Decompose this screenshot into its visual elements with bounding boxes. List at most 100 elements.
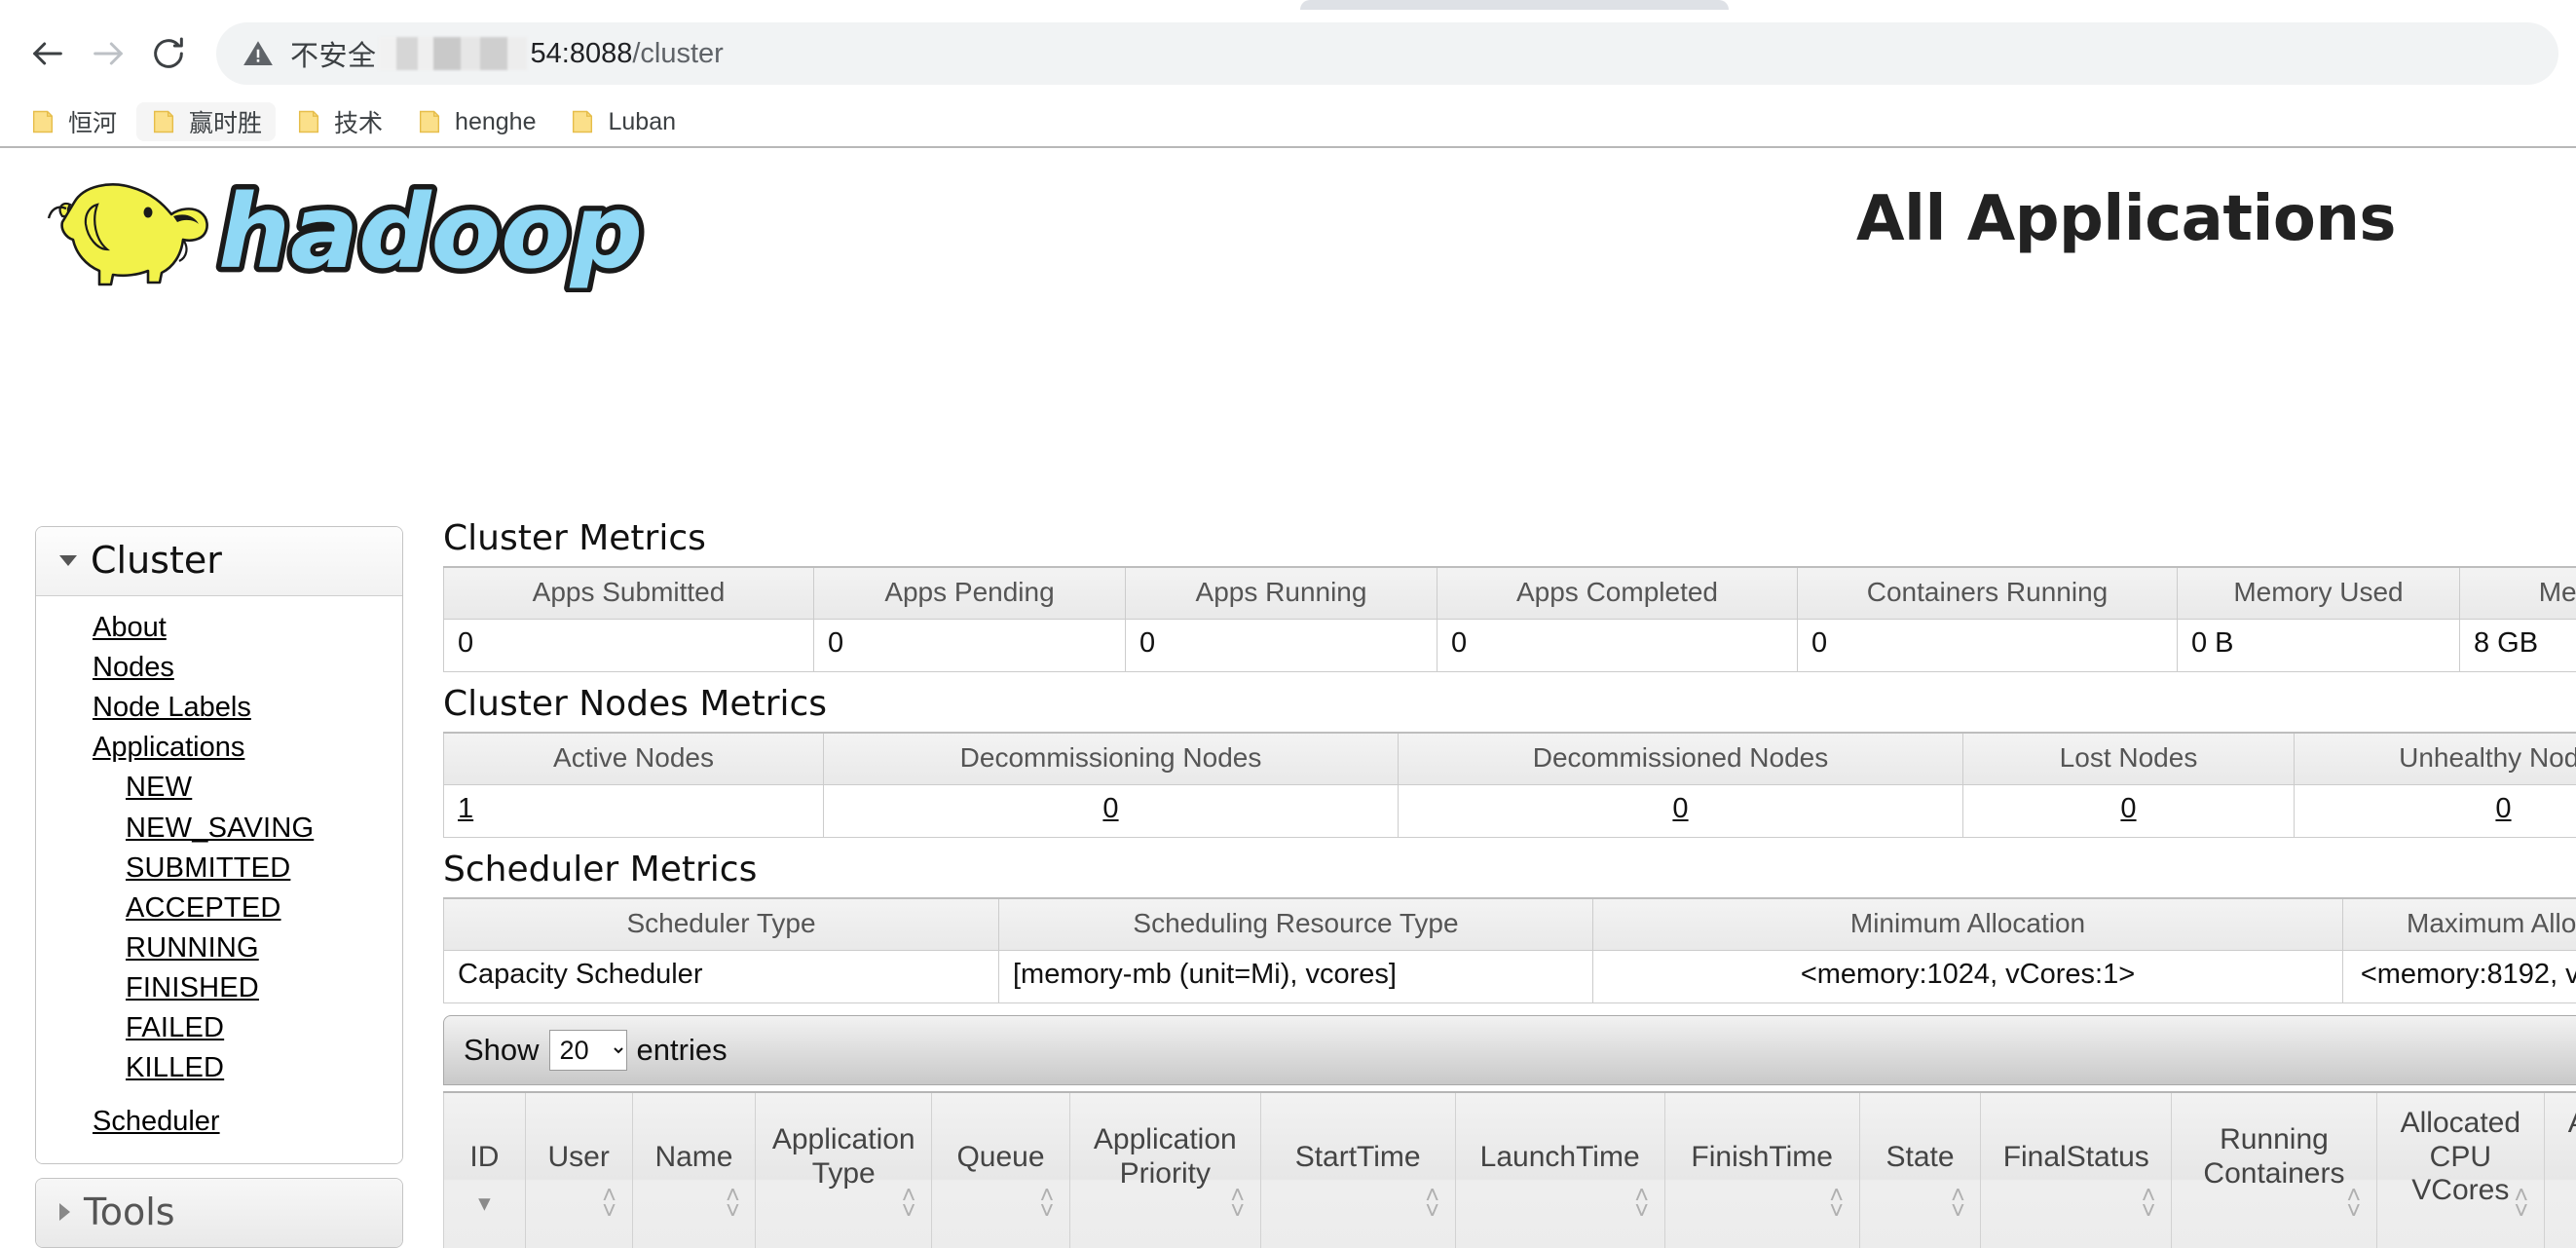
back-button[interactable]	[18, 23, 78, 84]
col-allocated-cpu-vcores-label: Allocated CPU VCores	[2400, 1107, 2521, 1206]
masthead: hadoop hadoop All Applications	[0, 148, 2576, 297]
sidebar-item-nodes[interactable]: Nodes	[36, 648, 402, 688]
main-content: Cluster Metrics Apps Submitted Apps Pend…	[443, 518, 2576, 1248]
col-launch-time[interactable]: LaunchTime ˄ ˅	[1454, 1091, 1665, 1248]
sidebar-item-failed[interactable]: FAILED	[36, 1008, 402, 1048]
sidebar-item-node-labels[interactable]: Node Labels	[36, 688, 402, 728]
col-decommissioned-nodes: Decommissioned Nodes	[1398, 732, 1963, 785]
reload-button[interactable]	[138, 23, 199, 84]
reload-icon	[149, 34, 188, 73]
link-decommissioned-nodes[interactable]: 0	[1672, 793, 1688, 824]
sidebar-item-killed[interactable]: KILLED	[36, 1048, 402, 1088]
table-header-row: ID ▾ User ˄˅ Name ˄˅ Application Type	[443, 1091, 2576, 1248]
col-apps-pending: Apps Pending	[813, 566, 1126, 620]
table-header-row: Apps Submitted Apps Pending Apps Running…	[443, 566, 2576, 620]
bookmarks-bar: 恒河 赢时胜 技术 henghe Luban	[0, 97, 2576, 146]
bookmark-item[interactable]: henghe	[402, 102, 549, 141]
table-row: 0 0 0 0 0 0 B 8 GB	[443, 619, 2576, 672]
bookmark-label: Luban	[608, 107, 677, 135]
sidebar-tools-header[interactable]: Tools	[36, 1179, 402, 1248]
bookmark-item[interactable]: 恒河	[16, 102, 131, 141]
col-name-label: Name	[654, 1140, 733, 1173]
col-queue[interactable]: Queue ˄ ˅	[931, 1091, 1070, 1248]
sidebar-item-new-saving[interactable]: NEW_SAVING	[36, 809, 402, 849]
address-bar-url: 54:8088/cluster	[531, 38, 724, 70]
col-application-type[interactable]: Application Type ˄ ˅	[755, 1091, 933, 1248]
link-active-nodes[interactable]: 1	[458, 793, 473, 824]
col-running-containers[interactable]: Running Containers ˄ ˅	[2171, 1091, 2377, 1248]
col-id[interactable]: ID ▾	[443, 1091, 526, 1248]
sort-both-icon: ˄ ˅	[1951, 1181, 1965, 1225]
col-user[interactable]: User ˄ ˅	[524, 1091, 633, 1248]
cell-memory-total: 8 GB	[2459, 619, 2576, 672]
col-id-label: ID	[469, 1140, 500, 1173]
forward-arrow-icon	[89, 34, 128, 73]
url-host: 54:8088	[530, 37, 633, 69]
datatable-length-control: Show 20 40 60 80 100 entries	[443, 1015, 2576, 1085]
bookmark-item[interactable]: 技术	[281, 102, 396, 141]
col-maximum-allocation: Maximum Allocation	[2342, 897, 2576, 951]
col-allocated-memory-mb[interactable]: Allocated Memory MB ˄˅	[2543, 1091, 2576, 1248]
col-lost-nodes: Lost Nodes	[1962, 732, 2295, 785]
sidebar-item-running[interactable]: RUNNING	[36, 928, 402, 968]
cell-decommissioning-nodes: 0	[823, 784, 1399, 838]
chevron-down-icon	[59, 554, 77, 566]
cell-apps-pending: 0	[813, 619, 1126, 672]
col-application-priority[interactable]: Application Priority ˄ ˅	[1068, 1091, 1261, 1248]
chevron-right-icon	[59, 1203, 70, 1222]
col-state-label: State	[1885, 1140, 1955, 1173]
folder-icon	[29, 108, 56, 135]
sidebar-panel-tools: Tools	[35, 1178, 403, 1248]
col-state[interactable]: State ˄ ˅	[1858, 1091, 1982, 1248]
col-unhealthy-nodes: Unhealthy Nodes	[2294, 732, 2576, 785]
cell-scheduling-resource-type: [memory-mb (unit=Mi), vcores]	[998, 950, 1593, 1003]
link-decommissioning-nodes[interactable]: 0	[1102, 793, 1118, 824]
link-lost-nodes[interactable]: 0	[2120, 793, 2136, 824]
cell-apps-running: 0	[1125, 619, 1437, 672]
sidebar-item-scheduler[interactable]: Scheduler	[36, 1102, 402, 1142]
col-final-status-label: FinalStatus	[2002, 1140, 2149, 1173]
sidebar-item-finished[interactable]: FINISHED	[36, 968, 402, 1008]
sidebar-tools-title: Tools	[84, 1191, 175, 1234]
sidebar-item-new[interactable]: NEW	[36, 768, 402, 808]
not-secure-warning-icon	[242, 37, 275, 70]
sidebar-cluster-header[interactable]: Cluster	[36, 527, 402, 596]
col-running-containers-label: Running Containers	[2203, 1123, 2345, 1190]
col-allocated-memory-mb-label: Allocated Memory MB	[2568, 1107, 2576, 1206]
cell-apps-completed: 0	[1437, 619, 1798, 672]
browser-tab[interactable]	[1300, 0, 1729, 10]
link-unhealthy-nodes[interactable]: 0	[2495, 793, 2511, 824]
browser-chrome: 不安全 54:8088/cluster 恒河 赢时胜 技术 henghe Lub…	[0, 0, 2576, 146]
sidebar-panel-cluster: Cluster About Nodes Node Labels Applicat…	[35, 526, 403, 1165]
sidebar-item-applications[interactable]: Applications	[36, 728, 402, 768]
col-start-time[interactable]: StartTime ˄ ˅	[1259, 1091, 1456, 1248]
page-title: All Applications	[1856, 183, 2397, 255]
col-name[interactable]: Name ˄ ˅	[631, 1091, 757, 1248]
sidebar-item-accepted[interactable]: ACCEPTED	[36, 889, 402, 928]
redacted-host-blur	[378, 37, 527, 70]
col-containers-running: Containers Running	[1797, 566, 2178, 620]
entries-label: entries	[636, 1033, 728, 1067]
col-apps-completed: Apps Completed	[1437, 566, 1798, 620]
forward-button[interactable]	[78, 23, 138, 84]
cell-maximum-allocation: <memory:8192, vCores:4>	[2342, 950, 2576, 1003]
cell-decommissioned-nodes: 0	[1398, 784, 1963, 838]
col-scheduling-resource-type: Scheduling Resource Type	[998, 897, 1593, 951]
address-bar[interactable]: 不安全 54:8088/cluster	[216, 22, 2558, 85]
sidebar-item-submitted[interactable]: SUBMITTED	[36, 849, 402, 889]
col-allocated-cpu-vcores[interactable]: Allocated CPU VCores ˄ ˅	[2375, 1091, 2545, 1248]
cell-containers-running: 0	[1797, 619, 2178, 672]
col-memory-total: Memory Total	[2459, 566, 2576, 620]
page-size-select[interactable]: 20 40 60 80 100	[548, 1030, 627, 1071]
col-finish-time[interactable]: FinishTime ˄ ˅	[1663, 1091, 1860, 1248]
sidebar-cluster-title: Cluster	[91, 539, 222, 582]
sidebar-item-about[interactable]: About	[36, 608, 402, 648]
bookmark-item[interactable]: Luban	[555, 102, 690, 141]
bookmark-item[interactable]: 赢时胜	[136, 102, 277, 141]
col-finish-time-label: FinishTime	[1691, 1140, 1833, 1173]
url-path: /cluster	[632, 37, 724, 69]
col-scheduler-type: Scheduler Type	[443, 897, 999, 951]
col-minimum-allocation: Minimum Allocation	[1592, 897, 2343, 951]
col-final-status[interactable]: FinalStatus ˄ ˅	[1980, 1091, 2173, 1248]
sort-both-icon: ˄ ˅	[1230, 1181, 1245, 1225]
